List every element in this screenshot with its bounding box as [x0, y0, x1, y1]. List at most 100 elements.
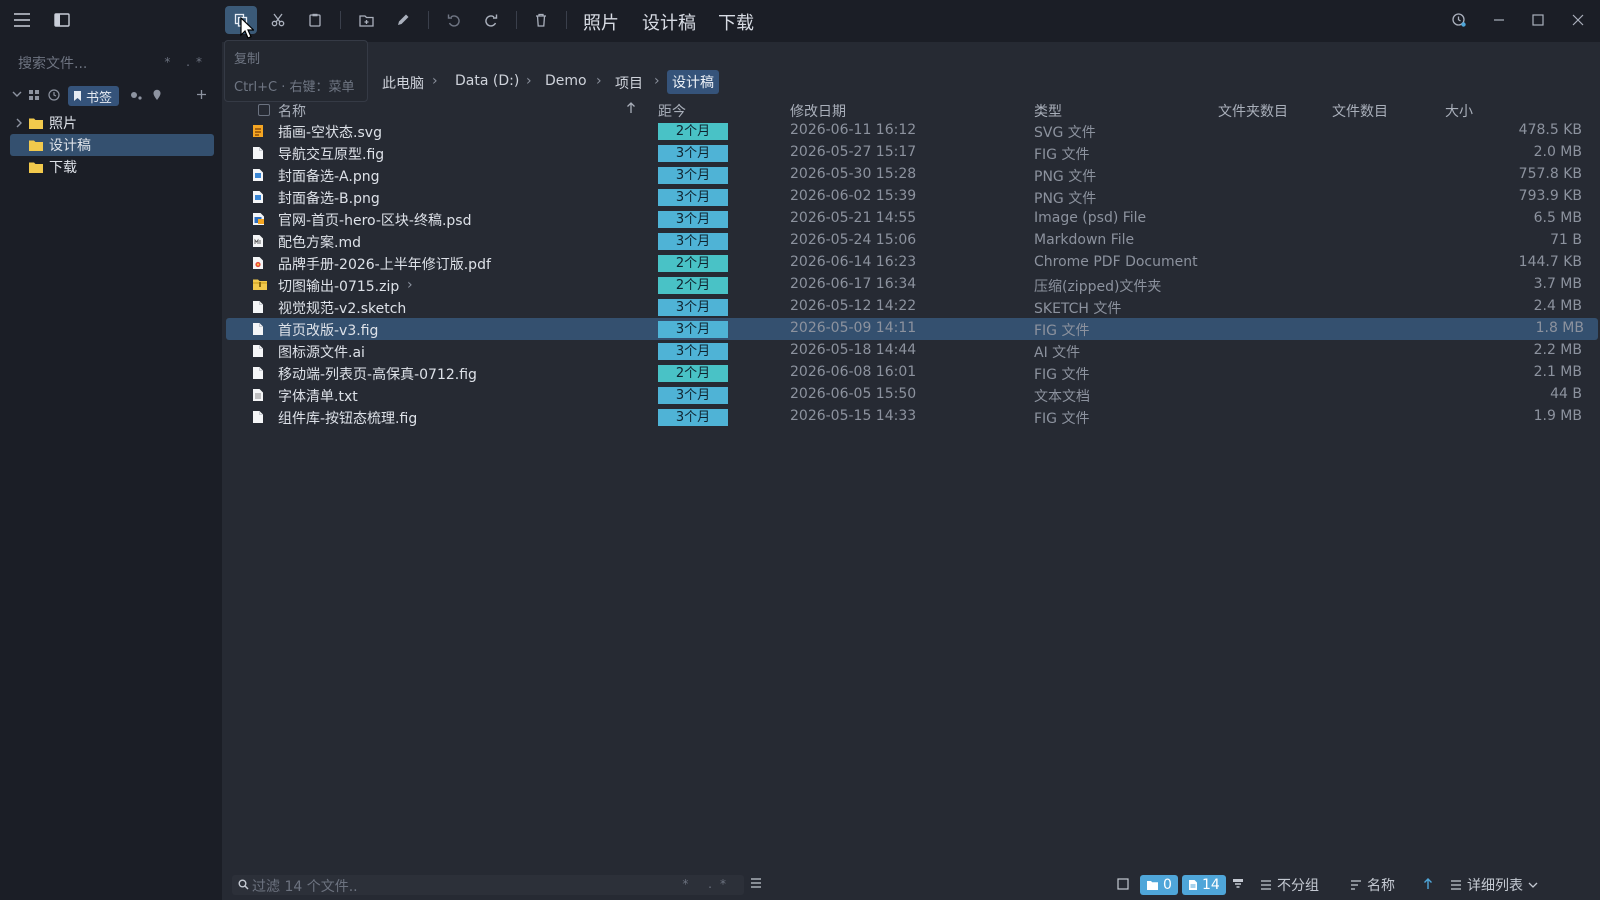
location-pin-icon[interactable]: [152, 89, 162, 101]
file-type: 文本文档: [1034, 389, 1090, 405]
file-list-panel: 此电脑 › Data (D:) › Demo › 项目 › 设计稿 名称 距今 …: [222, 42, 1600, 900]
select-all-checkbox[interactable]: [258, 104, 270, 116]
column-name[interactable]: 名称: [278, 101, 306, 121]
chevron-right-icon[interactable]: [10, 118, 28, 128]
sort-direction-icon[interactable]: [1423, 878, 1433, 890]
sort-ascending-icon[interactable]: [626, 102, 636, 114]
tab-bookmarks[interactable]: 书签: [68, 86, 120, 106]
sidebar-wildcard-toggles[interactable]: * .*: [164, 55, 208, 69]
age-badge: 3个月: [658, 211, 728, 228]
history-button[interactable]: [1443, 6, 1475, 34]
modified-date: 2026-05-24 15:06: [790, 232, 917, 248]
selection-checkbox[interactable]: [1117, 878, 1129, 890]
filter-input[interactable]: 过滤 14 个文件.. * .*: [232, 875, 744, 895]
table-row[interactable]: 官网-首页-hero-区块-终稿.psd 3个月 2026-05-21 14:55 I…: [222, 208, 1600, 230]
age-badge: 3个月: [658, 409, 728, 426]
table-row[interactable]: 视觉规范-v2.sketch 3个月 2026-05-12 14:22 SKETCH …: [222, 296, 1600, 318]
delete-button[interactable]: [525, 6, 557, 34]
close-icon: [1572, 14, 1584, 26]
column-file-count[interactable]: 文件数目: [1332, 101, 1388, 121]
group-by-button[interactable]: 不分组: [1260, 875, 1319, 895]
column-type[interactable]: 类型: [1034, 101, 1062, 121]
table-row[interactable]: 首页改版-v3.fig 3个月 2026-05-09 14:11 FIG 文件 1.8 …: [226, 318, 1598, 340]
minimize-button[interactable]: [1483, 6, 1515, 34]
view-mode-button[interactable]: 详细列表: [1450, 875, 1538, 895]
recent-clock-icon[interactable]: [48, 89, 60, 101]
table-row[interactable]: 插画-空状态.svg 2个月 2026-06-11 16:12 SVG 文件 478.5…: [222, 120, 1600, 142]
breadcrumb-project[interactable]: 项目: [615, 73, 643, 93]
table-row[interactable]: 封面备选-B.png 3个月 2026-06-02 15:39 PNG 文件 793.9…: [222, 186, 1600, 208]
sidebar-panel-icon: [54, 13, 70, 27]
toolbar-separator: [340, 11, 341, 29]
column-modified[interactable]: 修改日期: [790, 101, 846, 121]
file-name: 组件库-按钮态梳理.fig: [278, 411, 418, 427]
collapse-chevron-icon[interactable]: [12, 89, 22, 99]
document-icon: [252, 146, 264, 160]
sort-by-button[interactable]: 名称: [1350, 875, 1395, 895]
tree-item-downloads[interactable]: 下载: [10, 156, 214, 178]
file-name: 移动端-列表页-高保真-0712.fig: [278, 367, 477, 383]
file-rows: 插画-空状态.svg 2个月 2026-06-11 16:12 SVG 文件 478.5…: [222, 120, 1600, 428]
quick-link-downloads[interactable]: 下载: [718, 9, 754, 35]
maximize-button[interactable]: [1522, 6, 1554, 34]
new-folder-button[interactable]: [350, 6, 382, 34]
breadcrumb-this-pc[interactable]: 此电脑: [382, 73, 424, 93]
undo-button[interactable]: [438, 6, 470, 34]
file-type: AI 文件: [1034, 345, 1081, 361]
menu-button[interactable]: [6, 6, 38, 34]
table-row[interactable]: 组件库-按钮态梳理.fig 3个月 2026-05-15 14:33 FIG 文件 1.…: [222, 406, 1600, 428]
table-row[interactable]: 字体清单.txt 3个月 2026-06-05 15:50 文本文档 44 B: [222, 384, 1600, 406]
modified-date: 2026-06-17 16:34: [790, 276, 917, 292]
redo-button[interactable]: [475, 6, 507, 34]
table-row[interactable]: 配色方案.md 3个月 2026-05-24 15:06 Markdown File 7…: [222, 230, 1600, 252]
breadcrumb-demo[interactable]: Demo: [545, 73, 587, 89]
image-file-icon: [252, 190, 264, 204]
bookmark-icon: [73, 90, 82, 102]
breadcrumb-drive[interactable]: Data (D:): [455, 73, 519, 89]
table-row[interactable]: 切图输出-0715.zip › 2个月 2026-06-17 16:34 压缩(zipp…: [222, 274, 1600, 296]
sidebar: 搜索文件... * .* 书签 照片 设计稿 下载: [0, 42, 222, 900]
file-count-badge[interactable]: 14: [1182, 875, 1226, 895]
list-options-icon[interactable]: [750, 878, 762, 888]
filter-wildcard-toggles[interactable]: * .*: [682, 877, 734, 891]
folder-count-badge[interactable]: 0: [1140, 875, 1178, 895]
table-row[interactable]: 移动端-列表页-高保真-0712.fig 2个月 2026-06-08 16:01 F…: [222, 362, 1600, 384]
sidebar-search-input[interactable]: 搜索文件... * .*: [18, 53, 208, 73]
breadcrumb-current[interactable]: 设计稿: [667, 70, 719, 94]
column-size[interactable]: 大小: [1445, 101, 1473, 121]
age-badge: 2个月: [658, 365, 728, 382]
filter-funnel-icon[interactable]: [1232, 878, 1244, 889]
tree-item-photos[interactable]: 照片: [10, 112, 214, 134]
column-age[interactable]: 距今: [658, 101, 686, 121]
search-icon: [238, 879, 249, 890]
close-button[interactable]: [1562, 6, 1594, 34]
cut-button[interactable]: [262, 6, 294, 34]
text-file-icon: [252, 388, 264, 402]
rename-button[interactable]: [387, 6, 419, 34]
quick-link-designs[interactable]: 设计稿: [642, 9, 696, 35]
column-folder-count[interactable]: 文件夹数目: [1218, 101, 1288, 121]
tree-item-designs[interactable]: 设计稿: [10, 134, 214, 156]
table-row[interactable]: 图标源文件.ai 3个月 2026-05-18 14:44 AI 文件 2.2 MB: [222, 340, 1600, 362]
modified-date: 2026-06-02 15:39: [790, 188, 917, 204]
file-size: 757.8 KB: [1518, 166, 1582, 182]
paste-button[interactable]: [299, 6, 331, 34]
toggle-sidebar-button[interactable]: [46, 6, 78, 34]
network-icon[interactable]: [130, 89, 142, 101]
quick-link-photos[interactable]: 照片: [583, 9, 619, 35]
modified-date: 2026-05-27 15:17: [790, 144, 917, 160]
toolbar-separator: [428, 11, 429, 29]
history-icon: [1451, 12, 1467, 28]
toolbar-separator: [566, 11, 567, 29]
sort-by-label: 名称: [1367, 878, 1395, 894]
add-bookmark-icon[interactable]: [196, 89, 207, 100]
group-by-label: 不分组: [1277, 878, 1319, 894]
chevron-right-icon[interactable]: ›: [407, 277, 413, 293]
tree-item-label: 照片: [49, 116, 77, 132]
table-row[interactable]: 封面备选-A.png 3个月 2026-05-30 15:28 PNG 文件 757.8…: [222, 164, 1600, 186]
bookmark-tree: 照片 设计稿 下载: [10, 112, 214, 178]
grid-view-icon[interactable]: [28, 89, 40, 101]
file-name: 首页改版-v3.fig: [278, 323, 379, 339]
table-row[interactable]: 品牌手册-2026-上半年修订版.pdf 2个月 2026-06-14 16:23 C…: [222, 252, 1600, 274]
table-row[interactable]: 导航交互原型.fig 3个月 2026-05-27 15:17 FIG 文件 2.0 M…: [222, 142, 1600, 164]
